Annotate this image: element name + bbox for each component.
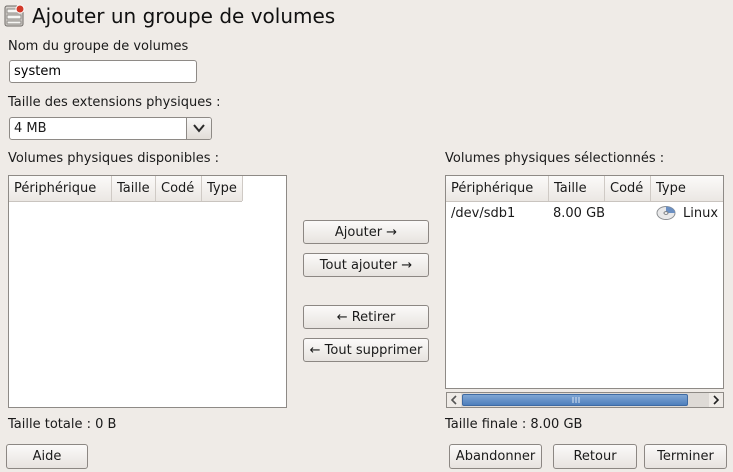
col-encrypted-header[interactable]: Codé (156, 176, 202, 201)
col-type-header[interactable]: Type (202, 176, 243, 201)
vg-name-label: Nom du groupe de volumes (8, 39, 189, 54)
selected-header: Périphérique Taille Codé Type (446, 176, 723, 202)
col-size-header[interactable]: Taille (549, 176, 605, 201)
selected-label: Volumes physiques sélectionnés : (445, 151, 665, 166)
chevron-down-icon[interactable] (186, 118, 211, 139)
help-button[interactable]: Aide (6, 444, 88, 469)
add-all-button[interactable]: Tout ajouter → (303, 253, 429, 277)
pe-size-label: Taille des extensions physiques : (8, 95, 221, 110)
horizontal-scrollbar[interactable] (446, 392, 724, 408)
selected-list[interactable]: Périphérique Taille Codé Type /dev/sdb1 … (445, 175, 724, 389)
scroll-thumb[interactable] (462, 394, 688, 406)
col-device-header[interactable]: Périphérique (446, 176, 549, 201)
volume-group-icon (4, 4, 26, 28)
available-list[interactable]: Périphérique Taille Codé Type (8, 175, 287, 408)
scroll-right-icon[interactable] (709, 393, 723, 407)
finish-button[interactable]: Terminer (644, 444, 727, 469)
abort-button[interactable]: Abandonner (449, 444, 542, 469)
available-header: Périphérique Taille Codé Type (9, 176, 243, 202)
dialog-title: Ajouter un groupe de volumes (32, 4, 336, 28)
table-row[interactable]: /dev/sdb1 8.00 GB Linux L (446, 202, 723, 225)
remove-all-button[interactable]: ← Tout supprimer (303, 338, 429, 362)
remove-button[interactable]: ← Retirer (303, 305, 429, 329)
col-type-header[interactable]: Type (651, 176, 723, 201)
col-encrypted-header[interactable]: Codé (605, 176, 651, 201)
pe-size-combo[interactable]: 4 MB (9, 117, 212, 140)
back-button[interactable]: Retour (553, 444, 637, 469)
available-total: Taille totale : 0 B (8, 417, 117, 432)
col-device-header[interactable]: Périphérique (9, 176, 112, 201)
col-size-header[interactable]: Taille (112, 176, 156, 201)
row-device: /dev/sdb1 (451, 206, 516, 221)
disk-icon (656, 205, 676, 225)
add-button[interactable]: Ajouter → (303, 220, 429, 244)
row-size: 8.00 GB (553, 206, 606, 221)
selected-total: Taille finale : 8.00 GB (445, 417, 583, 432)
vg-name-input[interactable] (9, 60, 197, 83)
row-type: Linux L (683, 206, 723, 221)
scroll-left-icon[interactable] (447, 393, 461, 407)
pe-size-value: 4 MB (14, 121, 47, 136)
available-label: Volumes physiques disponibles : (8, 151, 220, 166)
